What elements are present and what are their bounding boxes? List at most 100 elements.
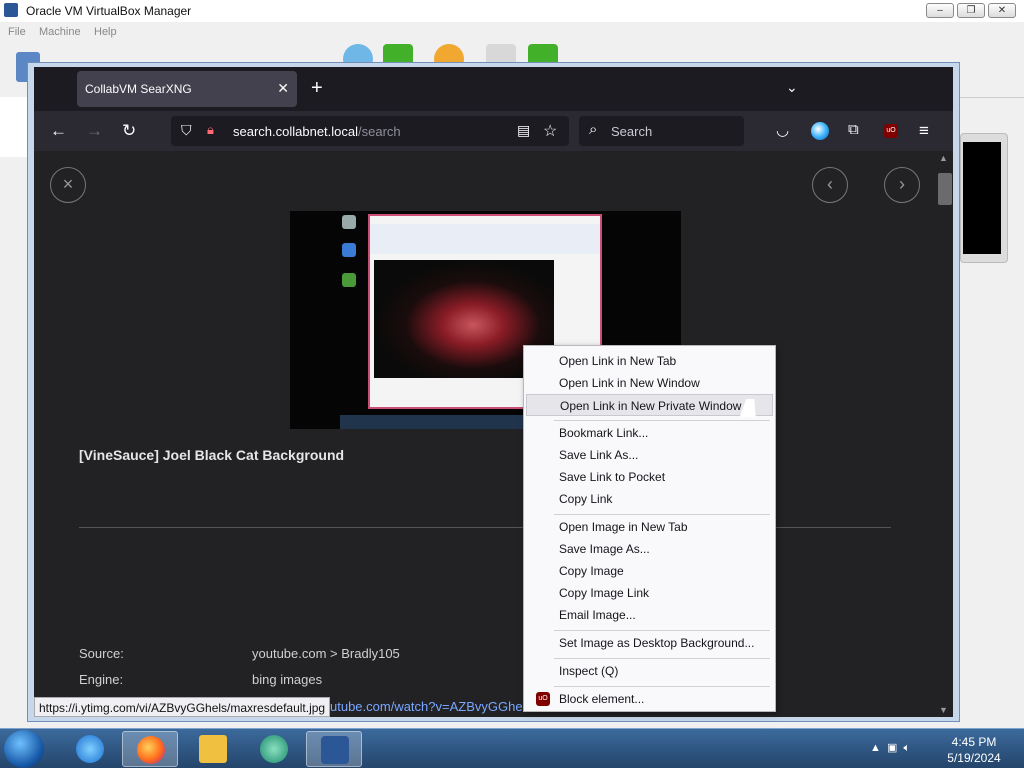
vbox-title: Oracle VM VirtualBox Manager — [26, 4, 192, 18]
menu-block-element-label: Block element... — [559, 692, 645, 706]
menu-block-element[interactable]: uO Block element... — [526, 688, 773, 710]
list-all-tabs-icon[interactable]: ⌄ — [786, 79, 798, 96]
page-content: × ‹ › [VineSauce] Joel Black Cat Backgro… — [34, 151, 953, 717]
menu-open-link-new-tab[interactable]: Open Link in New Tab — [526, 350, 773, 372]
tab-collabvm-searxng[interactable]: CollabVM SearXNG ✕ — [77, 71, 297, 107]
url-path: /search — [358, 124, 401, 139]
menu-bookmark-link[interactable]: Bookmark Link... — [526, 422, 773, 444]
url-bar[interactable]: ⛉ 🔒︎ search.collabnet.local/search ▤ ☆ — [171, 116, 569, 146]
thumbnail-taskbar — [340, 415, 530, 429]
network-icon[interactable]: ▣ — [887, 742, 897, 754]
hamburger-menu-icon[interactable]: ≡ — [919, 121, 929, 141]
next-image-icon[interactable]: › — [884, 167, 920, 203]
system-tray[interactable]: ▲ ▣ 🔈︎ — [870, 741, 910, 755]
collabvm-icon — [260, 735, 288, 763]
firefox-window: – ▭ ✕ CollabVM SearXNG ✕ + ⌄ ← → ↻ ⛉ 🔒︎ … — [27, 62, 960, 722]
search-icon: ⌕ — [589, 121, 598, 138]
menu-open-link-private-window[interactable]: Open Link in New Private Window — [526, 394, 773, 416]
tab-close-icon[interactable]: ✕ — [277, 80, 289, 97]
tracking-protection-shield-icon[interactable]: ⛉ — [181, 122, 192, 139]
reader-view-icon[interactable]: ▤ — [517, 122, 530, 139]
virtualbox-icon — [4, 3, 18, 17]
account-avatar-icon[interactable] — [811, 122, 829, 140]
extensions-icon[interactable]: ⧉ — [848, 121, 859, 138]
bookmark-star-icon[interactable]: ☆ — [543, 121, 557, 141]
back-icon[interactable]: ← — [50, 121, 67, 141]
taskbar-virtualbox[interactable] — [306, 731, 362, 767]
menu-separator — [554, 514, 770, 515]
scroll-up-icon[interactable]: ▲ — [939, 153, 948, 163]
windows-taskbar: ▲ ▣ 🔈︎ 4:45 PM 5/19/2024 — [0, 728, 1024, 768]
clock[interactable]: 4:45 PM 5/19/2024 — [944, 734, 1004, 766]
show-hidden-icons-icon[interactable]: ▲ — [870, 742, 881, 754]
menu-open-image-new-tab[interactable]: Open Image in New Tab — [526, 516, 773, 538]
clock-date: 5/19/2024 — [947, 751, 1001, 765]
taskbar-file-explorer[interactable] — [185, 731, 241, 767]
vbox-vm-list[interactable] — [0, 97, 28, 157]
navigation-toolbar: ← → ↻ ⛉ 🔒︎ search.collabnet.local/search… — [34, 111, 953, 151]
menu-set-desktop-background[interactable]: Set Image as Desktop Background... — [526, 632, 773, 654]
ublock-origin-icon: uO — [536, 692, 550, 706]
reload-icon[interactable]: ↻ — [122, 121, 136, 141]
pocket-icon[interactable]: ◡ — [776, 121, 789, 139]
engine-value: bing images — [252, 672, 323, 687]
preview-screen — [963, 142, 1001, 254]
menu-copy-image[interactable]: Copy Image — [526, 560, 773, 582]
new-tab-button[interactable]: + — [311, 77, 323, 100]
url-text: search.collabnet.local/search — [233, 124, 401, 139]
vbox-minimize-button[interactable]: – — [926, 3, 954, 18]
ublock-origin-icon[interactable]: uO — [884, 124, 898, 138]
recycle-bin-icon — [342, 215, 356, 229]
menu-separator — [554, 658, 770, 659]
menu-help[interactable]: Help — [94, 26, 117, 38]
menu-save-image-as[interactable]: Save Image As... — [526, 538, 773, 560]
menu-save-link-to-pocket[interactable]: Save Link to Pocket — [526, 466, 773, 488]
result-title[interactable]: [VineSauce] Joel Black Cat Background — [79, 447, 344, 463]
start-button[interactable] — [4, 730, 44, 768]
menu-machine[interactable]: Machine — [39, 26, 81, 38]
page-scrollbar[interactable]: ▲ ▼ — [935, 151, 953, 717]
tab-title: CollabVM SearXNG — [85, 82, 192, 96]
context-menu: Open Link in New Tab Open Link in New Wi… — [523, 345, 776, 712]
status-link-preview: https://i.ytimg.com/vi/AZBvyGGhels/maxre… — [34, 697, 331, 717]
ie-desktop-icon — [342, 243, 356, 257]
search-bar[interactable]: ⌕ Search — [579, 116, 744, 146]
url-host: search.collabnet.local — [233, 124, 359, 139]
source-label: Source: — [79, 646, 124, 661]
folder-icon — [199, 735, 227, 763]
menu-copy-link[interactable]: Copy Link — [526, 488, 773, 510]
internet-explorer-icon — [76, 735, 104, 763]
lock-warning-icon[interactable]: 🔒︎ — [207, 122, 214, 138]
tab-bar: CollabVM SearXNG ✕ + ⌄ — [34, 67, 953, 111]
menu-separator — [554, 420, 770, 421]
menu-copy-image-link[interactable]: Copy Image Link — [526, 582, 773, 604]
taskbar-firefox[interactable] — [122, 731, 178, 767]
vbox-preview-panel — [960, 133, 1008, 263]
virtualbox-icon — [321, 736, 349, 764]
menu-separator — [554, 630, 770, 631]
menu-email-image[interactable]: Email Image... — [526, 604, 773, 626]
menu-inspect[interactable]: Inspect (Q) — [526, 660, 773, 682]
scroll-down-icon[interactable]: ▼ — [939, 705, 948, 715]
menu-separator — [554, 686, 770, 687]
volume-muted-icon[interactable]: 🔈︎ — [904, 742, 911, 754]
taskbar-internet-explorer[interactable] — [62, 731, 118, 767]
previous-image-icon[interactable]: ‹ — [812, 167, 848, 203]
paint-ribbon — [370, 224, 600, 254]
menu-file[interactable]: File — [8, 26, 26, 38]
result-url-link[interactable]: utube.com/watch?v=AZBvyGGhel — [330, 699, 525, 714]
vbox-titlebar: Oracle VM VirtualBox Manager – ❐ ✕ — [0, 0, 1024, 22]
firefox-icon — [137, 736, 165, 764]
taskbar-collabvm[interactable] — [246, 731, 302, 767]
menu-open-link-new-window[interactable]: Open Link in New Window — [526, 372, 773, 394]
source-value: youtube.com > Bradly105 — [252, 646, 400, 661]
search-placeholder: Search — [611, 124, 653, 139]
vbox-close-button[interactable]: ✕ — [988, 3, 1016, 18]
clock-time: 4:45 PM — [951, 735, 997, 749]
forward-icon[interactable]: → — [86, 121, 103, 141]
engine-label: Engine: — [79, 672, 124, 687]
menu-save-link-as[interactable]: Save Link As... — [526, 444, 773, 466]
scrollbar-thumb[interactable] — [938, 173, 952, 205]
vbox-maximize-button[interactable]: ❐ — [957, 3, 985, 18]
close-detail-icon[interactable]: × — [50, 167, 86, 203]
